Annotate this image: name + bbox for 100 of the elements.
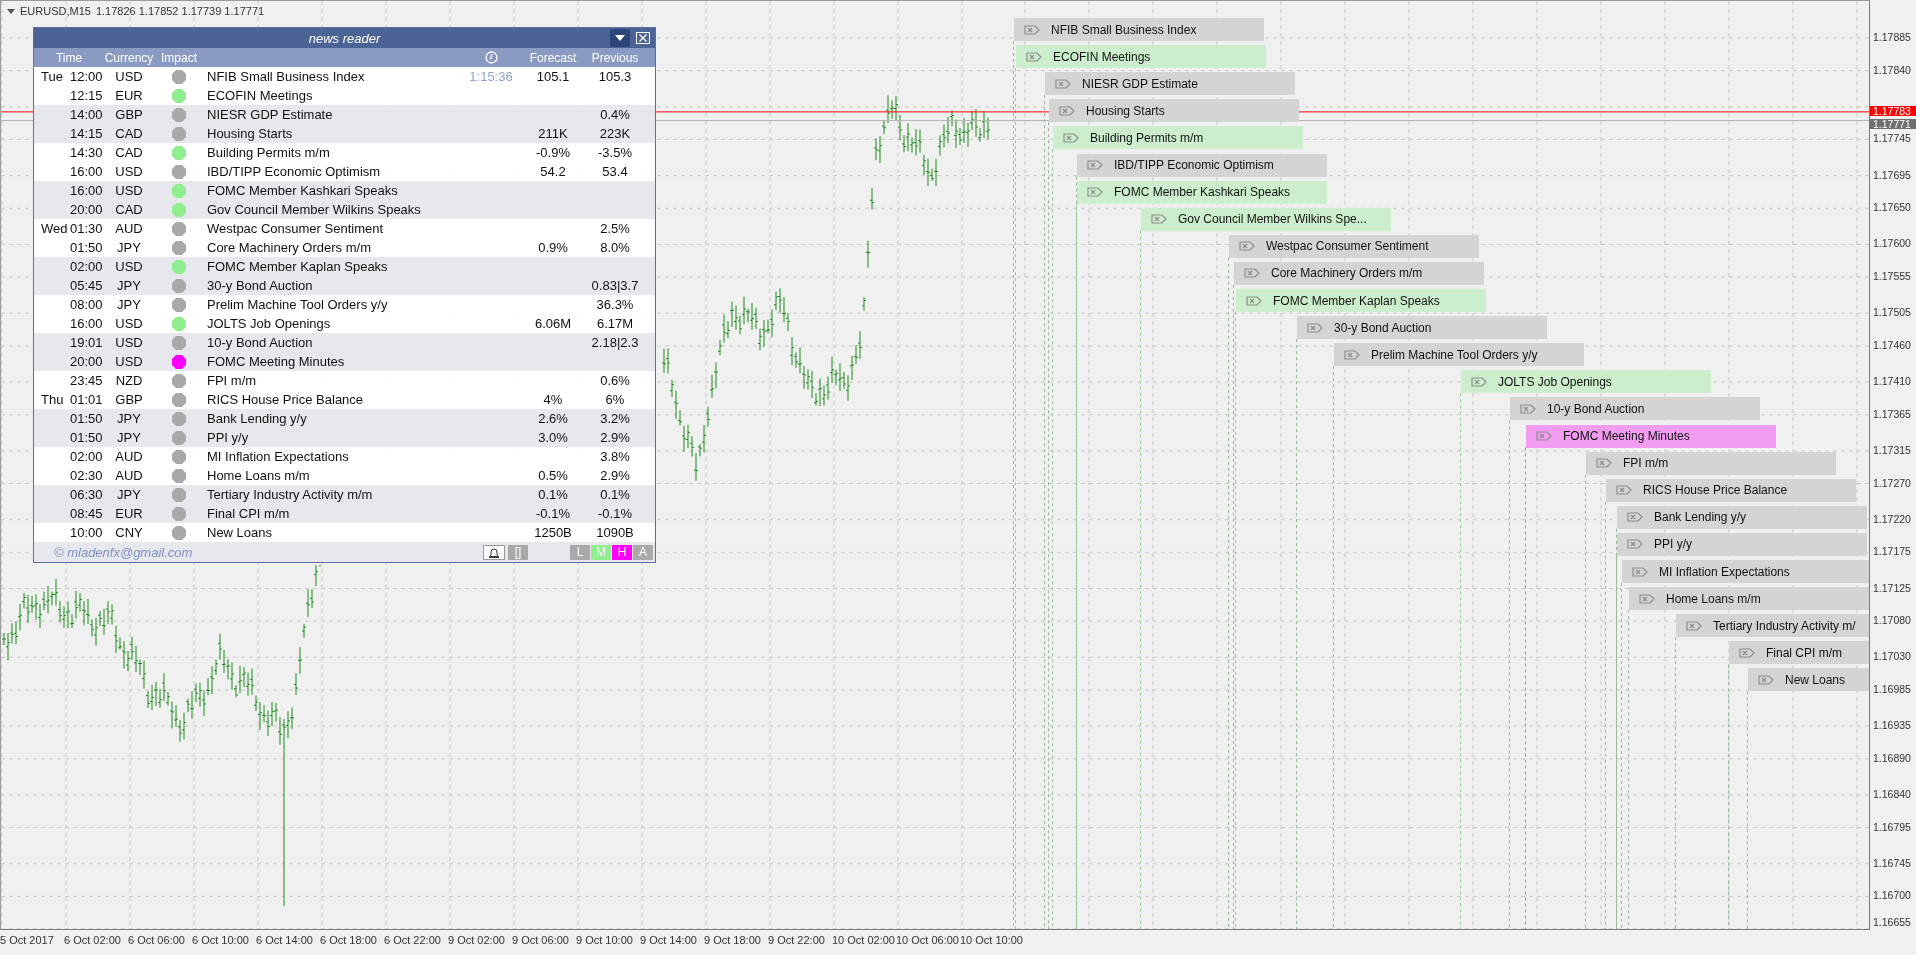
forecast-cell-text: -0.1% bbox=[535, 506, 571, 521]
event-label[interactable]: FOMC Meeting Minutes bbox=[1526, 424, 1776, 448]
event-title: PPI y/y bbox=[1654, 537, 1692, 552]
time-cell: 10:00 bbox=[70, 525, 102, 540]
dropdown-button[interactable] bbox=[610, 29, 630, 47]
currency-cell-text: JPY bbox=[116, 411, 142, 426]
event-label[interactable]: Home Loans m/m bbox=[1629, 587, 1869, 611]
ohlc-values: 1.17826 1.17852 1.17739 1.17771 bbox=[95, 5, 265, 17]
previous-cell-text: 36.3% bbox=[595, 297, 635, 312]
event-label[interactable]: NFIB Small Business Index bbox=[1014, 18, 1264, 41]
forecast-cell-text: 1250B bbox=[533, 525, 573, 540]
time-label: 6 Oct 22:00 bbox=[384, 933, 442, 948]
previous-cell-text: 2.18|2.3 bbox=[590, 335, 640, 350]
price-label: 1.17365 bbox=[1873, 407, 1911, 420]
time-label: 9 Oct 06:00 bbox=[512, 933, 570, 948]
previous-cell-text: 0.6% bbox=[599, 373, 631, 388]
event-label[interactable]: Westpac Consumer Sentiment bbox=[1229, 234, 1479, 258]
event-label[interactable]: 30-y Bond Auction bbox=[1297, 316, 1547, 340]
event-label[interactable]: RICS House Price Balance bbox=[1606, 478, 1856, 502]
event-label[interactable]: Core Machinery Orders m/m bbox=[1234, 261, 1484, 285]
price-label: 1.17080 bbox=[1873, 614, 1911, 627]
previous-cell-text: 53.4 bbox=[601, 164, 629, 179]
time-cell: 16:00 bbox=[70, 164, 102, 179]
event-cell-text: Home Loans m/m bbox=[206, 468, 311, 483]
forecast-cell-text: 105.1 bbox=[535, 69, 571, 84]
time-cell: 12:15 bbox=[70, 88, 102, 103]
price-label: 1.17555 bbox=[1873, 270, 1911, 283]
column-header: Time bbox=[55, 50, 83, 65]
event-cell-text: NFIB Small Business Index bbox=[206, 69, 366, 84]
event-label[interactable]: PPI y/y bbox=[1617, 532, 1867, 556]
price-label: 1.17315 bbox=[1873, 443, 1911, 456]
tag-icon bbox=[1063, 132, 1079, 143]
event-title: Building Permits m/m bbox=[1090, 130, 1204, 145]
event-label[interactable]: ECOFIN Meetings bbox=[1016, 45, 1266, 69]
event-label[interactable]: Prelim Machine Tool Orders y/y bbox=[1334, 343, 1584, 367]
tag-icon bbox=[1627, 539, 1643, 550]
price-label: 1.17650 bbox=[1873, 201, 1911, 214]
event-label[interactable]: JOLTS Job Openings bbox=[1461, 370, 1711, 394]
event-label[interactable]: Building Permits m/m bbox=[1053, 126, 1303, 150]
currency-cell-text: USD bbox=[114, 183, 144, 198]
previous-cell-text: 1090B bbox=[595, 525, 635, 540]
event-title: ECOFIN Meetings bbox=[1053, 49, 1151, 64]
tag-icon bbox=[1244, 268, 1260, 279]
event-title: IBD/TIPP Economic Optimism bbox=[1114, 158, 1274, 172]
event-label[interactable]: FOMC Member Kashkari Speaks bbox=[1077, 180, 1327, 204]
bell-icon bbox=[488, 546, 500, 558]
time-cell: 02:00 bbox=[70, 259, 102, 274]
time-label: 10 Oct 06:00 bbox=[896, 933, 960, 948]
alert-button[interactable] bbox=[483, 544, 505, 560]
event-title: 10-y Bond Auction bbox=[1547, 401, 1645, 416]
tag-icon bbox=[1639, 593, 1655, 604]
caret-icon[interactable] bbox=[7, 8, 15, 14]
event-title: 30-y Bond Auction bbox=[1334, 320, 1432, 335]
event-label[interactable]: Bank Lending y/y bbox=[1617, 505, 1867, 529]
event-label[interactable]: FPI m/m bbox=[1586, 451, 1836, 475]
event-title: FOMC Member Kaplan Speaks bbox=[1273, 293, 1440, 308]
event-label[interactable]: FOMC Member Kaplan Speaks bbox=[1236, 289, 1486, 312]
tag-icon bbox=[1059, 105, 1075, 116]
currency-cell-text: USD bbox=[114, 335, 144, 350]
time-label: 9 Oct 14:00 bbox=[640, 933, 698, 948]
price-label: 1.17460 bbox=[1873, 338, 1911, 351]
currency-cell-text: CAD bbox=[114, 145, 144, 160]
event-cell-text: Housing Starts bbox=[206, 126, 294, 141]
event-cell-text: JOLTS Job Openings bbox=[206, 316, 332, 331]
time-cell: 08:45 bbox=[70, 506, 102, 521]
event-label[interactable]: Housing Starts bbox=[1049, 99, 1299, 123]
event-cell-text: FOMC Meeting Minutes bbox=[206, 354, 346, 369]
forecast-cell-text: 211K bbox=[537, 126, 569, 141]
event-cell-text: RICS House Price Balance bbox=[206, 392, 365, 407]
event-label[interactable]: 10-y Bond Auction bbox=[1510, 397, 1760, 421]
event-label[interactable]: IBD/TIPP Economic Optimism bbox=[1077, 153, 1327, 177]
previous-cell-text: 223K bbox=[598, 126, 632, 141]
tag-icon bbox=[1087, 160, 1103, 170]
event-cell-text: Westpac Consumer Sentiment bbox=[206, 221, 385, 236]
tag-icon bbox=[1616, 485, 1632, 496]
event-title: FOMC Member Kashkari Speaks bbox=[1114, 185, 1291, 200]
price-label: 1.16745 bbox=[1873, 856, 1911, 869]
event-label[interactable]: New Loans bbox=[1748, 668, 1869, 692]
event-label[interactable]: NIESR GDP Estimate bbox=[1045, 72, 1295, 96]
price-label: 1.17695 bbox=[1873, 168, 1911, 181]
tag-icon bbox=[1026, 51, 1042, 62]
event-label[interactable]: Gov Council Member Wilkins Spe... bbox=[1141, 207, 1391, 231]
previous-cell-text: 105.3 bbox=[597, 69, 633, 84]
event-title: Housing Starts bbox=[1086, 103, 1165, 118]
time-label: 6 Oct 10:00 bbox=[192, 933, 250, 948]
time-cell: 01:50 bbox=[70, 240, 102, 255]
event-label[interactable]: Tertiary Industry Activity m/ bbox=[1676, 614, 1869, 638]
event-label[interactable]: MI Inflation Expectations bbox=[1622, 560, 1869, 583]
day-cell-text: Tue bbox=[40, 69, 64, 84]
forecast-cell-text: 6.06M bbox=[533, 316, 573, 331]
time-cell: 16:00 bbox=[70, 183, 102, 198]
currency-cell-text: EUR bbox=[114, 506, 144, 521]
currency-cell-text: USD bbox=[114, 316, 144, 331]
time-label: 9 Oct 10:00 bbox=[576, 933, 634, 948]
currency-cell-text: EUR bbox=[114, 88, 144, 103]
event-cell-text: 10-y Bond Auction bbox=[206, 335, 314, 350]
close-button[interactable] bbox=[633, 29, 653, 47]
event-cell-text: FOMC Member Kashkari Speaks bbox=[206, 183, 399, 198]
currency-cell-text: NZD bbox=[114, 373, 144, 388]
event-label[interactable]: Final CPI m/m bbox=[1729, 641, 1869, 665]
